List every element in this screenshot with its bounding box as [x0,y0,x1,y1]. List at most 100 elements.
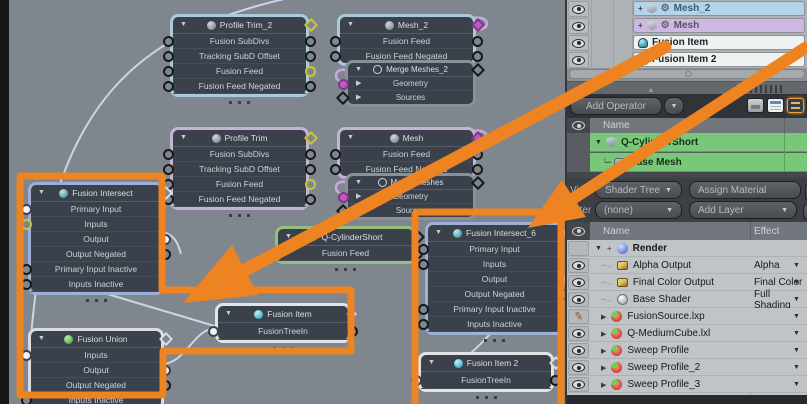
visibility-cell[interactable] [568,18,589,34]
input-socket[interactable] [21,264,32,275]
visibility-cell[interactable] [568,52,589,68]
input-socket[interactable] [21,219,32,230]
output-socket[interactable] [305,179,316,190]
input-socket[interactable] [163,149,174,160]
output-socket[interactable] [472,164,483,175]
visibility-cell[interactable] [568,1,589,17]
node-header[interactable]: ▼ Merge Meshes_2 [348,62,486,77]
panel-splitter[interactable]: ▲ [567,81,807,95]
port-row[interactable]: Output [428,272,571,287]
chevron-down-icon[interactable]: ▼ [793,296,800,303]
collapse-icon[interactable]: ▼ [435,225,442,241]
scrollbar-knob[interactable] [685,71,692,77]
output-socket[interactable] [160,234,171,245]
expander[interactable]: + [638,21,643,30]
scroll-up-icon[interactable]: ▲ [647,85,655,94]
item-row-fusion-item[interactable]: Fusion Item [633,35,805,50]
input-socket[interactable] [418,259,429,270]
port-row[interactable]: ▶ Geometry [338,77,473,91]
view-dropdown[interactable]: Shader Tree ▼ [595,181,682,199]
add-layer-dropdown[interactable]: Add Layer ▼ [689,201,797,219]
expand-icon[interactable]: ▶ [601,364,606,372]
eye-icon[interactable] [572,329,585,338]
collapse-icon[interactable]: ▼ [355,63,362,76]
output-socket[interactable] [472,149,483,160]
view-mode-button-1[interactable] [747,98,764,113]
eye-icon[interactable] [572,21,585,31]
shader-row-sweep-profile-3[interactable]: ▶ Sweep Profile_3 ▼ [567,376,807,393]
port-row[interactable]: Fusion SubDivs [163,34,316,49]
input-socket[interactable] [418,244,429,255]
resize-dots[interactable] [218,344,348,350]
effect-value[interactable]: Alpha [754,257,780,274]
resize-dots[interactable] [173,98,306,104]
input-socket[interactable] [330,51,341,62]
visibility-cell[interactable] [568,360,589,375]
collapse-icon[interactable]: ▼ [38,331,45,347]
port-row[interactable]: Tracking SubD Offset [163,49,316,64]
node-fusion-union[interactable]: ▼ Fusion Union Inputs Output Output Nega… [21,328,174,404]
node-header[interactable]: ▼ Mesh_2 [340,17,486,34]
node-merge-meshes-2[interactable]: ▼ Merge Meshes_2 ▶ Geometry ▶ Sources [335,60,486,107]
port-row[interactable]: Output Negated [428,287,571,302]
port-row[interactable]: Inputs [21,348,161,363]
node-header[interactable]: ▼ Profile Trim [173,130,319,147]
input-socket[interactable] [21,279,32,290]
visibility-header[interactable] [567,222,590,240]
expand-icon[interactable]: ▶ [601,381,606,389]
node-profile-trim-2[interactable]: ▼ Profile Trim_2 Fusion SubDivs Tracking… [163,14,319,104]
shader-row-q-mediumcube[interactable]: ▶ Q-MediumCube.lxl ▼ [567,325,807,342]
collapse-icon[interactable]: ▼ [355,176,362,189]
input-socket[interactable] [411,375,422,386]
chevron-down-icon[interactable]: ▼ [793,279,800,286]
resize-dots[interactable] [173,211,306,217]
chevron-down-icon[interactable]: ▼ [793,313,800,320]
input-socket[interactable] [163,164,174,175]
input-socket[interactable] [21,204,32,215]
collapse-icon[interactable]: ▼ [595,245,602,252]
add-operator-dropdown[interactable]: ▼ [664,97,684,115]
node-mesh-2[interactable]: ▼ Mesh_2 Fusion Feed Fusion Feed Negated [330,14,486,66]
input-socket[interactable] [163,81,174,92]
output-socket[interactable] [305,51,316,62]
port-row[interactable]: FusionTreeIn [208,323,358,340]
collapse-icon[interactable]: ▼ [285,229,292,245]
output-socket[interactable] [305,164,316,175]
input-socket[interactable] [208,326,219,337]
node-fusion-intersect[interactable]: ▼ Fusion Intersect Primary Input Inputs … [21,182,174,302]
expand-icon[interactable]: ▶ [356,91,361,104]
input-socket[interactable] [163,66,174,77]
port-row[interactable]: Fusion Feed [163,64,316,79]
input-socket[interactable] [330,149,341,160]
chevron-down-icon[interactable]: ▼ [793,364,800,371]
view-mode-button-3-active[interactable] [787,98,804,113]
name-header[interactable]: Name # [590,118,807,133]
output-socket[interactable] [305,81,316,92]
chevron-down-icon[interactable]: ▼ [793,330,800,337]
port-row[interactable]: Output [31,363,171,378]
output-socket[interactable] [160,380,171,391]
eye-icon[interactable] [572,55,585,65]
input-socket[interactable] [418,319,429,330]
operator-row-base-mesh[interactable]: └╌ Base Mesh [590,153,807,172]
node-fusion-item[interactable]: ▼ Fusion Item FusionTreeIn [208,303,361,350]
node-fusion-item-2[interactable]: ▼ Fusion Item 2 FusionTreeIn [411,352,564,399]
input-socket[interactable] [338,191,349,203]
output-socket[interactable] [160,365,171,376]
port-row[interactable]: Fusion Feed [330,147,483,162]
output-socket[interactable] [347,326,358,337]
expand-icon[interactable]: ▶ [601,313,606,321]
visibility-cell[interactable] [568,241,589,256]
port-row[interactable]: FusionTreeIn [411,372,561,389]
expand-icon[interactable]: ▶ [601,347,606,355]
visibility-cell[interactable] [568,258,589,273]
input-socket[interactable] [163,51,174,62]
input-socket[interactable] [21,395,32,404]
output-socket[interactable] [305,36,316,47]
resize-dots[interactable] [421,393,551,399]
collapse-icon[interactable]: ▼ [347,130,354,146]
splitter-grip[interactable] [735,85,783,93]
shader-header-bar[interactable]: Name Effect [590,222,807,240]
schematic-canvas[interactable]: ▼ Profile Trim_2 Fusion SubDivs Tracking… [0,0,574,404]
add-operator-button[interactable]: Add Operator [570,97,662,115]
